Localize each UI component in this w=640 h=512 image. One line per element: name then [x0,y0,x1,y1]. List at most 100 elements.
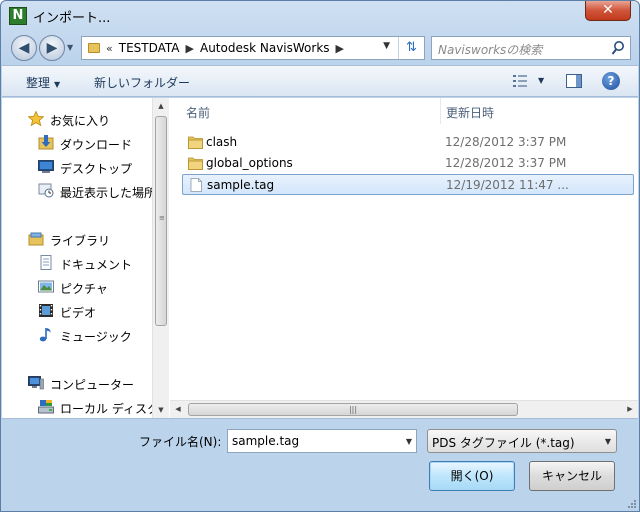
address-dropdown-icon[interactable]: ▼ [383,41,390,51]
sidebar-item-label: ダウンロード [60,138,133,152]
filename-combobox[interactable]: sample.tag ▼ [227,429,417,453]
preview-pane-icon[interactable] [566,74,582,88]
breadcrumb-overflow[interactable]: « [106,42,113,55]
sidebar-item-label: デスクトップ [60,162,133,176]
library-icon [28,232,44,246]
sidebar-item-documents[interactable]: ドキュメント [2,252,152,274]
local-disk-icon [38,400,54,414]
chevron-down-icon[interactable]: ▼ [406,437,412,446]
file-date: 12/28/2012 3:37 PM [445,156,567,170]
address-bar[interactable]: « TESTDATA ▶ Autodesk NavisWorks ▶ ▼ ⇅ [81,36,425,60]
file-name: sample.tag [207,178,275,192]
star-icon [28,111,44,126]
window-title: インポート... [33,11,111,26]
sidebar-item-label: ピクチャ [60,282,108,296]
grip-icon: ≡ [159,214,165,222]
scrollbar-thumb[interactable]: ||| [188,403,518,416]
sidebar-item-label: ビデオ [60,306,97,320]
navigation-bar: ◀ ▶ ▼ « TESTDATA ▶ Autodesk NavisWorks ▶… [1,31,639,63]
sidebar-item-music[interactable]: ミュージック [2,324,152,346]
organize-label: 整理 [26,76,51,90]
videos-icon [39,304,53,317]
sidebar-item-downloads[interactable]: ダウンロード [2,132,152,154]
file-name: global_options [206,156,293,170]
refresh-button[interactable]: ⇅ [398,37,424,59]
breadcrumb-separator-icon[interactable]: ▶ [186,42,194,55]
cancel-button[interactable]: キャンセル [529,461,615,491]
help-icon[interactable]: ? [602,72,620,90]
scrollbar-thumb[interactable]: ≡ [155,116,167,326]
sidebar-item-videos[interactable]: ビデオ [2,300,152,322]
column-header-name[interactable]: 名前 [186,104,210,121]
breadcrumb-navisworks[interactable]: Autodesk NavisWorks [200,41,330,55]
search-input[interactable]: Navisworksの検索 [431,36,631,60]
sidebar-item-label: ミュージック [60,330,132,344]
recent-places-icon [38,183,54,198]
column-divider[interactable] [440,98,441,124]
forward-button[interactable]: ▶ [39,35,65,61]
file-row-clash[interactable]: clash 12/28/2012 3:37 PM [182,132,634,153]
filename-label: ファイル名(N): [139,435,222,449]
sidebar-item-recent-places[interactable]: 最近表示した場所 [2,180,152,202]
folder-icon [188,136,203,149]
navigation-scrollbar[interactable]: ▲ ≡ ▼ [152,98,169,418]
file-date: 12/19/2012 11:47 ... [446,178,569,192]
sidebar-item-label: ドキュメント [60,258,133,272]
change-view-icon[interactable] [512,74,528,88]
scroll-right-icon[interactable]: ▶ [622,401,638,418]
folder-icon [188,157,203,170]
chevron-down-icon[interactable]: ▼ [605,437,611,446]
breadcrumb-separator-icon[interactable]: ▶ [336,42,344,55]
sidebar-item-label: ローカル ディスク [60,402,152,416]
sidebar-item-pictures[interactable]: ピクチャ [2,276,152,298]
sidebar-item-desktop[interactable]: デスクトップ [2,156,152,178]
scroll-left-icon[interactable]: ◀ [170,401,186,418]
scroll-up-icon[interactable]: ▲ [153,98,169,114]
sidebar-item-favorites[interactable]: お気に入り [2,108,152,130]
search-placeholder: Navisworksの検索 [438,43,543,57]
history-dropdown-icon[interactable]: ▼ [67,43,73,52]
sidebar-item-label: お気に入り [50,114,111,128]
file-type-select[interactable]: PDS タグファイル (*.tag) ▼ [427,429,617,453]
search-icon[interactable] [611,40,625,56]
documents-icon [40,255,52,270]
pictures-icon [38,280,54,293]
computer-icon [28,376,44,390]
navisworks-app-icon: N [9,7,27,25]
sidebar-item-label: コンピューター [50,378,135,392]
sidebar-item-libraries[interactable]: ライブラリ [2,228,152,250]
sidebar-item-label: ライブラリ [50,234,111,248]
document-file-icon [190,178,202,192]
desktop-icon [38,160,54,173]
close-button[interactable]: ✕ [585,1,631,21]
view-options-dropdown-icon[interactable]: ▼ [538,76,544,85]
sidebar-item-local-disk[interactable]: ローカル ディスク [2,396,152,418]
file-date: 12/28/2012 3:37 PM [445,135,567,149]
content-area: お気に入り ダウンロード デスクトップ 最近表示した場所 ライブラリ ドキュメン… [2,98,638,419]
open-button[interactable]: 開く(O) [429,461,515,491]
file-row-global-options[interactable]: global_options 12/28/2012 3:37 PM [182,153,634,174]
scroll-down-icon[interactable]: ▼ [153,402,169,418]
folder-icon [88,43,100,53]
organize-button[interactable]: 整理 ▼ [26,74,60,91]
column-header-modified[interactable]: 更新日時 [446,104,494,121]
command-bar: 整理 ▼ 新しいフォルダー ▼ ? [2,65,638,97]
navigation-pane: お気に入り ダウンロード デスクトップ 最近表示した場所 ライブラリ ドキュメン… [2,98,152,418]
sidebar-item-computer[interactable]: コンピューター [2,372,152,394]
breadcrumb-testdata[interactable]: TESTDATA [119,41,180,55]
file-list: 名前 更新日時 clash 12/28/2012 3:37 PM global_… [176,98,638,400]
new-folder-button[interactable]: 新しいフォルダー [94,74,190,91]
download-folder-icon [38,135,54,150]
sidebar-item-label: 最近表示した場所 [60,186,152,200]
import-dialog: N インポート... ✕ ◀ ▶ ▼ « TESTDATA ▶ Autodesk… [0,0,640,512]
title-bar: N インポート... ✕ [1,1,639,31]
file-name: clash [206,135,238,149]
horizontal-scrollbar[interactable]: ◀ ||| ▶ [170,400,638,418]
back-button[interactable]: ◀ [11,35,37,61]
filename-input[interactable]: sample.tag [232,434,299,448]
file-row-sample-tag[interactable]: sample.tag 12/19/2012 11:47 ... [182,174,634,195]
music-icon [39,328,51,342]
resize-grip-icon[interactable] [627,499,637,509]
chevron-down-icon: ▼ [54,80,61,89]
file-type-value: PDS タグファイル (*.tag) [432,436,575,450]
